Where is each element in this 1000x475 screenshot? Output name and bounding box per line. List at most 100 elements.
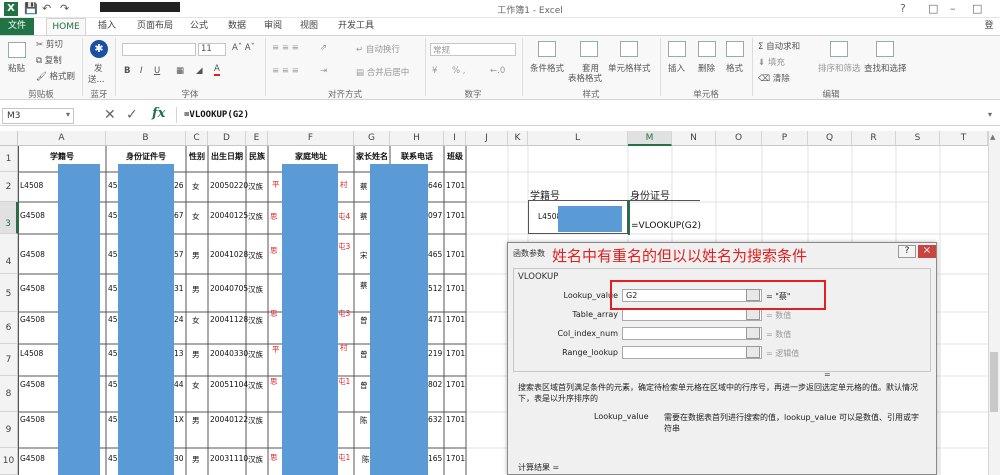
arg-input-range-lookup[interactable] [622,346,762,359]
currency-icon[interactable]: ¥ [432,66,437,76]
scrollbar-thumb[interactable] [990,352,998,412]
arg-input-col-index[interactable] [622,327,762,340]
col-header-m[interactable]: M [628,131,672,146]
col-header-i[interactable]: I [444,131,466,146]
cell-d9[interactable]: 20040122 [210,415,248,424]
conditional-format-button[interactable]: 条件格式 [530,62,564,74]
table-format-icon[interactable] [580,41,598,57]
cell-c10[interactable]: 男 [192,454,200,465]
header-gender[interactable]: 性别 [186,151,208,162]
tab-formulas[interactable]: 公式 [184,18,214,35]
cell-d5[interactable]: 20040705 [210,284,248,293]
col-header-a[interactable]: A [18,131,106,146]
sort-filter-icon[interactable] [830,41,848,57]
cell-g10[interactable]: 陈 [362,454,370,465]
cell-c7[interactable]: 男 [192,349,200,360]
cell-e9[interactable]: 汉族 [248,415,263,426]
collapse-dialog-icon[interactable] [746,327,760,339]
col-header-t[interactable]: T [940,131,988,146]
font-color-button[interactable]: A [214,64,220,76]
col-header-p[interactable]: P [762,131,808,146]
find-select-button[interactable]: 查找和选择 [864,62,907,74]
cell-g4[interactable]: 宋 [360,250,368,261]
header-id-number[interactable]: 身份证件号 [106,151,186,162]
cell-d7[interactable]: 20040330 [210,349,248,358]
cell-e7[interactable]: 汉族 [248,349,263,360]
header-phone[interactable]: 联系电话 [390,151,444,162]
cell-e6[interactable]: 汉族 [248,315,263,326]
cell-e5[interactable]: 汉族 [248,284,263,295]
cell-c4[interactable]: 男 [192,250,200,261]
cell-d2[interactable]: 20050220 [210,181,248,190]
cell-g7[interactable]: 曾 [360,349,368,360]
cell-b5[interactable]: 45 [108,284,118,293]
user-sign-in[interactable]: 登 [978,18,1000,35]
insert-function-button[interactable]: fx [152,106,165,121]
tab-review[interactable]: 审阅 [258,18,288,35]
tab-file[interactable]: 文件 [0,18,34,35]
col-header-o[interactable]: O [716,131,762,146]
cell-d6[interactable]: 20041128 [210,315,248,324]
col-header-n[interactable]: N [672,131,716,146]
cell-f2[interactable]: 平 [272,179,280,190]
italic-button[interactable]: I [140,66,143,76]
undo-icon[interactable]: ↶ [42,2,51,15]
format-cells-button[interactable]: 格式 [726,62,743,74]
tab-insert[interactable]: 插入 [92,18,122,35]
cell-h6[interactable]: 471 [428,315,442,324]
cell-d8[interactable]: 20051104 [210,380,248,389]
cell-h7[interactable]: 219 [428,349,442,358]
delete-cells-icon[interactable] [698,41,716,57]
cell-a5[interactable]: G4508 [20,284,45,293]
cell-a3[interactable]: G4508 [20,211,45,220]
cell-e3[interactable]: 汉族 [248,211,263,222]
cell-f3[interactable]: 思 [270,211,278,222]
save-icon[interactable]: 💾 [24,2,38,15]
col-header-d[interactable]: D [208,131,246,146]
cell-i9[interactable]: 1701 [446,415,465,424]
autosum-button[interactable]: Σ 自动求和 [758,40,800,52]
copy-button[interactable]: ⧉ 复制 [36,54,62,66]
cell-a9[interactable]: G4508 [20,415,45,424]
header-address[interactable]: 家庭地址 [268,151,354,162]
cell-g2[interactable]: 蔡 [360,181,368,192]
grow-font-icon[interactable]: Aˆ Aˇ [232,43,255,53]
cancel-icon[interactable]: ✕ [104,107,116,123]
delete-cells-button[interactable]: 删除 [698,62,715,74]
align-top-icon[interactable]: ≡ ≡ ≡ [272,43,299,53]
cell-i4[interactable]: 1701 [446,250,465,259]
cell-d3[interactable]: 20040125 [210,211,248,220]
tab-view[interactable]: 视图 [294,18,324,35]
cell-i3[interactable]: 1701 [446,211,465,220]
header-ethnicity[interactable]: 民族 [246,151,268,162]
insert-cells-button[interactable]: 插入 [668,62,685,74]
formula-input[interactable]: =VLOOKUP(G2) [184,110,249,120]
cell-f8[interactable]: 思 [270,376,278,387]
cell-i7[interactable]: 1701 [446,349,465,358]
cell-d10[interactable]: 20031110 [210,454,248,463]
cell-g3[interactable]: 蔡 [360,211,368,222]
cell-c8[interactable]: 女 [192,380,200,391]
cell-i2[interactable]: 1701 [446,181,465,190]
format-painter-button[interactable]: 🖌 格式刷 [36,70,75,82]
header-birth-date[interactable]: 出生日期 [208,151,246,162]
cell-b10[interactable]: 45 [108,454,118,463]
col-header-c[interactable]: C [186,131,208,146]
dialog-help-button[interactable]: ? [898,245,916,258]
col-header-g[interactable]: G [354,131,390,146]
table-format-button[interactable]: 表格格式 [568,72,602,84]
fill-button[interactable]: ⬇ 填充 [758,56,785,68]
cell-e4[interactable]: 汉族 [248,250,263,261]
font-size-combo[interactable]: 11 [198,43,226,56]
cell-style-button[interactable]: 单元格样式 [608,62,651,74]
cell-a8[interactable]: G4508 [20,380,45,389]
help-icon[interactable]: ? [900,2,906,15]
cell-g8[interactable]: 曾 [360,380,368,391]
cell-h3[interactable]: 097 [428,211,442,220]
cell-g6[interactable]: 曾 [360,315,368,326]
header-class[interactable]: 班级 [444,151,466,162]
percent-button[interactable]: % , [452,66,465,76]
cell-i10[interactable]: 1701 [446,454,465,463]
name-box-dropdown-icon[interactable]: ▾ [66,110,70,119]
cell-a4[interactable]: G4508 [20,250,45,259]
